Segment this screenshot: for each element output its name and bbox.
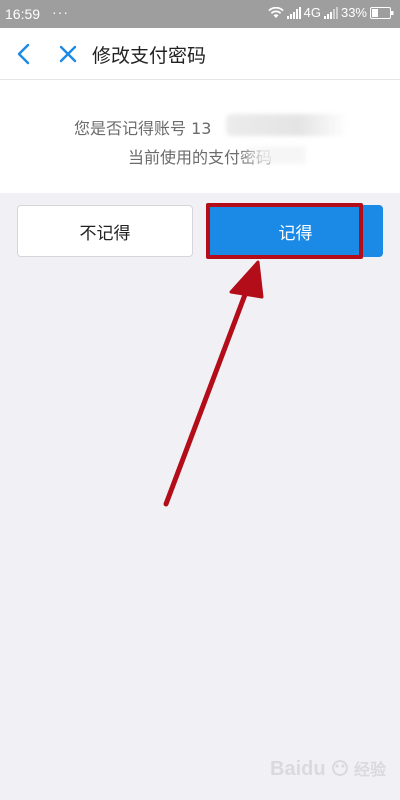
chevron-left-icon	[17, 43, 30, 65]
status-indicators: 4G 33%	[267, 5, 394, 20]
close-button[interactable]	[54, 40, 82, 68]
watermark-suffix: 经验	[353, 762, 386, 779]
prompt-card: 您是否记得账号 13 当前使用的支付密码	[0, 80, 400, 193]
page-title: 修改支付密码	[92, 45, 207, 67]
baidu-watermark: Baidu 经验	[270, 756, 386, 780]
redaction-blur	[226, 114, 348, 136]
close-icon	[59, 45, 77, 63]
watermark-brand: Baidu	[270, 758, 326, 780]
nav-bar: 修改支付密码	[0, 28, 400, 80]
forgot-button-label: 不记得	[79, 223, 131, 244]
signal-icon-secondary	[323, 6, 338, 19]
forgot-button[interactable]: 不记得	[17, 205, 193, 257]
status-more-dots: ···	[52, 4, 69, 20]
remember-button-label: 记得	[278, 223, 313, 244]
signal-icon	[286, 6, 301, 19]
battery-percent: 33%	[340, 5, 367, 20]
status-time: 16:59	[5, 6, 41, 22]
remember-button[interactable]: 记得	[208, 205, 383, 257]
status-bar: 16:59 ··· 4G 33%	[0, 0, 400, 28]
prompt-subtext: 当前使用的支付密码	[127, 148, 272, 167]
network-type: 4G	[303, 5, 321, 20]
battery-icon	[370, 6, 394, 19]
prompt-question: 您是否记得账号 13	[74, 119, 212, 138]
baidu-logo-icon: Baidu	[270, 758, 348, 780]
back-button[interactable]	[10, 40, 38, 68]
wifi-icon	[267, 6, 284, 18]
redaction-blur-secondary	[236, 146, 306, 164]
